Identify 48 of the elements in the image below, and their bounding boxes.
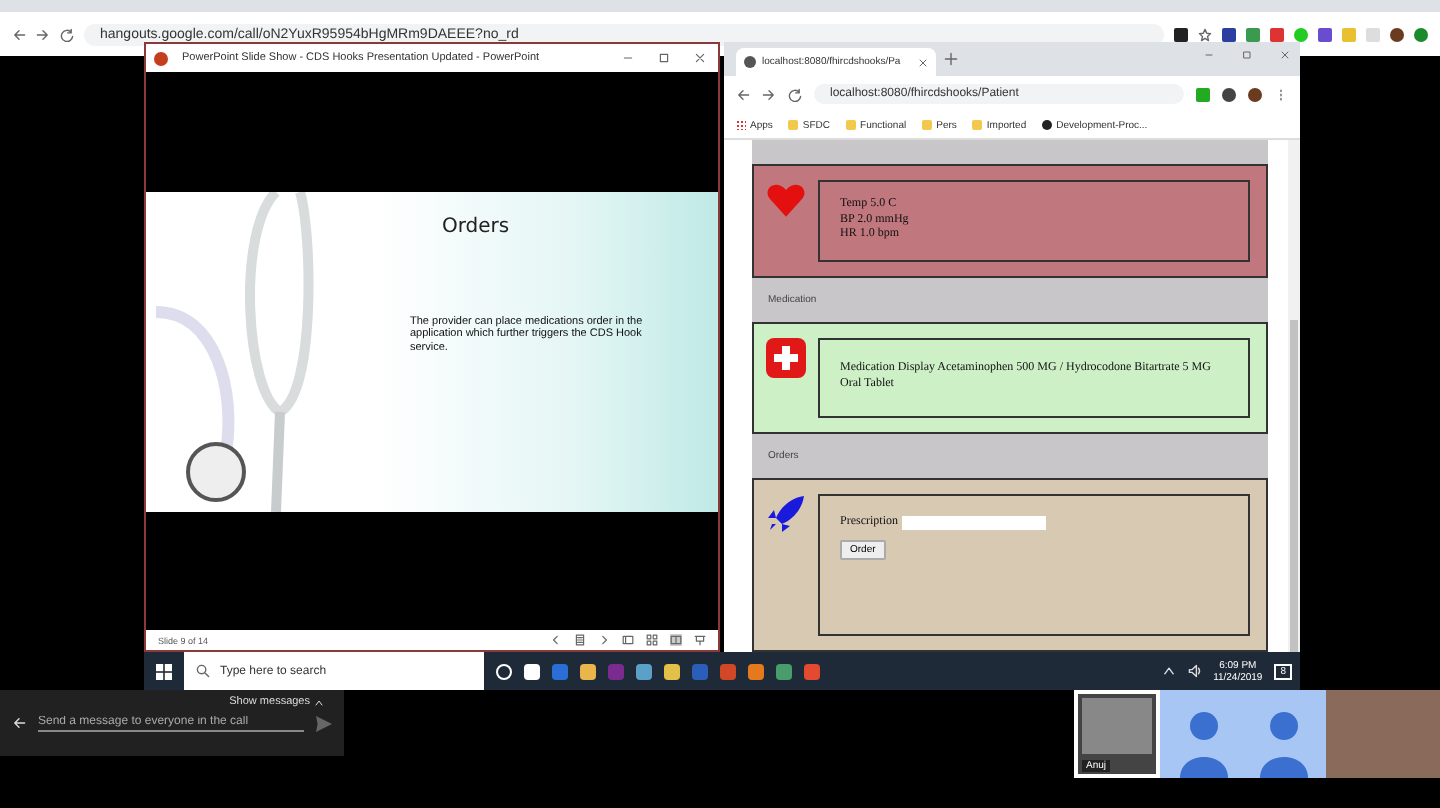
volume-icon[interactable]	[1187, 664, 1202, 678]
folder-icon	[846, 120, 857, 130]
normal-view-icon[interactable]	[622, 634, 634, 646]
folder-icon	[972, 120, 983, 130]
new-tab-icon[interactable]	[944, 52, 958, 66]
extension-icon[interactable]	[1174, 27, 1188, 41]
extension-icon[interactable]	[1222, 87, 1236, 101]
github-icon	[1042, 120, 1053, 130]
back-icon[interactable]	[12, 27, 26, 41]
globe-icon	[744, 56, 756, 68]
close-icon[interactable]	[1280, 50, 1290, 60]
medical-cross-icon	[766, 338, 806, 378]
rocket-icon	[766, 494, 806, 534]
caret-icon[interactable]	[1161, 664, 1176, 678]
slideshow-icon[interactable]	[694, 634, 706, 646]
close-icon[interactable]	[694, 52, 706, 64]
apps-grid-icon	[736, 120, 746, 130]
back-icon[interactable]	[736, 87, 750, 101]
maximize-icon[interactable]	[1242, 50, 1252, 60]
prescription-field[interactable]	[902, 516, 1046, 531]
close-icon[interactable]	[918, 57, 928, 67]
participant-tile[interactable]	[1160, 690, 1326, 778]
heart-icon	[766, 180, 806, 220]
reload-icon[interactable]	[788, 87, 802, 101]
sorter-view-icon[interactable]	[646, 634, 658, 646]
send-icon[interactable]	[316, 715, 332, 731]
slides-icon[interactable]	[574, 634, 586, 646]
caret-icon	[314, 697, 324, 707]
reload-icon[interactable]	[60, 27, 74, 41]
windows-icon[interactable]	[156, 663, 172, 679]
reading-view-icon[interactable]	[670, 634, 682, 646]
avatar-icon[interactable]	[1248, 87, 1262, 101]
next-icon[interactable]	[598, 634, 610, 646]
folder-icon	[922, 120, 933, 130]
forward-icon[interactable]	[36, 27, 50, 41]
maximize-icon[interactable]	[658, 52, 670, 64]
previous-icon[interactable]	[550, 634, 562, 646]
menu-icon[interactable]	[1274, 87, 1288, 101]
screen-thumbnail	[1082, 698, 1152, 754]
search-icon	[196, 664, 210, 678]
folder-icon	[788, 120, 799, 130]
scrollbar[interactable]	[1288, 140, 1300, 652]
powerpoint-icon	[154, 51, 168, 65]
cortana-icon[interactable]	[496, 663, 512, 679]
forward-icon[interactable]	[762, 87, 776, 101]
star-icon[interactable]	[1198, 27, 1212, 41]
slide-title: Orders	[442, 215, 510, 237]
avatar-icon[interactable]	[1390, 27, 1404, 41]
